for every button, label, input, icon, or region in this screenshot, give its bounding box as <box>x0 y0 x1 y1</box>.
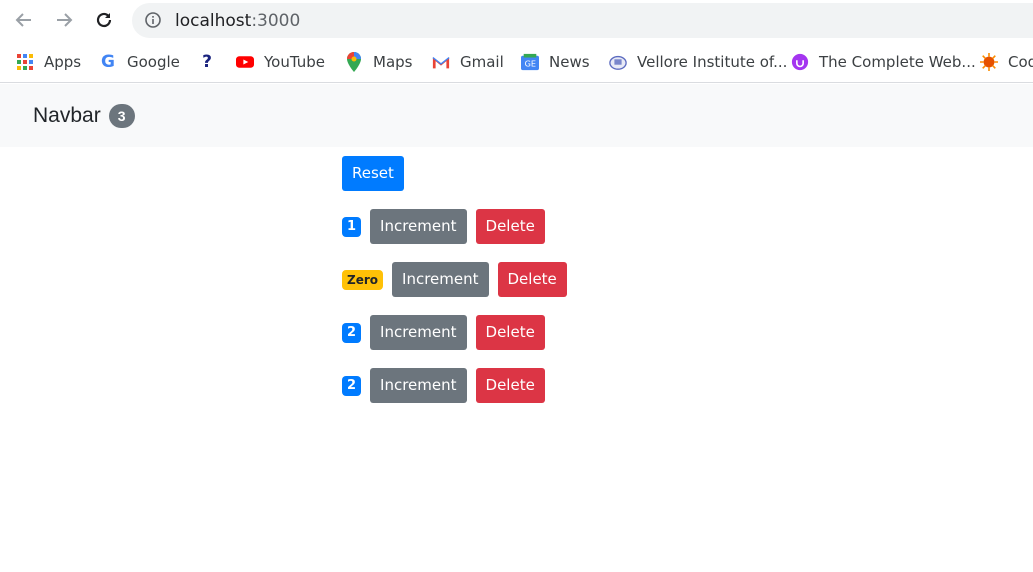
navbar-brand-text: Navbar <box>33 104 101 127</box>
bookmark-favicon-icon: ? <box>202 52 212 72</box>
reset-button[interactable]: Reset <box>342 156 404 191</box>
forward-button[interactable] <box>50 6 78 34</box>
svg-text:GE: GE <box>525 59 536 69</box>
delete-button[interactable]: Delete <box>475 368 545 403</box>
url-text: localhost:3000 <box>175 11 300 31</box>
gmail-icon <box>432 53 450 71</box>
url-port: :3000 <box>251 11 301 31</box>
google-icon: G <box>101 52 115 72</box>
bookmark-gmail[interactable]: Gmail <box>432 52 504 72</box>
bookmark-label: Vellore Institute of... <box>637 53 788 71</box>
bookmarks-bar: Apps G Google ? YouTube Maps Gmail GE Ne… <box>0 40 1033 83</box>
delete-button[interactable]: Delete <box>475 209 545 244</box>
info-icon <box>145 12 161 28</box>
bookmark-udemy[interactable]: The Complete Web... <box>791 52 976 72</box>
increment-button[interactable]: Increment <box>370 315 467 350</box>
url-host: localhost <box>175 11 252 31</box>
counter-badge: 1 <box>342 216 362 237</box>
bookmark-label: News <box>549 53 590 71</box>
increment-button[interactable]: Increment <box>370 368 467 403</box>
bookmark-label: Google <box>127 53 180 71</box>
bookmark-maps[interactable]: Maps <box>345 52 412 72</box>
bookmark-youtube[interactable]: YouTube <box>236 52 325 72</box>
address-bar[interactable]: localhost:3000 <box>132 3 1033 38</box>
bookmark-label: Maps <box>373 53 413 71</box>
navbar: Navbar 3 <box>0 84 1033 147</box>
bookmark-google[interactable]: G Google <box>99 52 180 72</box>
bookmark-label: YouTube <box>264 53 325 71</box>
counter-row: 2 Increment Delete <box>342 368 742 403</box>
bookmark-apps[interactable]: Apps <box>16 52 81 72</box>
bookmark-label: Cod <box>1008 53 1033 71</box>
bookmark-news[interactable]: GE News <box>521 52 590 72</box>
navbar-brand[interactable]: Navbar 3 <box>33 104 135 128</box>
reload-icon <box>96 12 112 28</box>
apps-grid-icon <box>16 53 34 71</box>
bookmark-label: Gmail <box>460 53 504 71</box>
counter-row: 1 Increment Delete <box>342 209 742 244</box>
browser-toolbar: localhost:3000 <box>0 0 1033 40</box>
udemy-icon <box>791 53 809 71</box>
arrow-left-icon <box>15 13 31 27</box>
bookmark-vit[interactable]: Vellore Institute of... <box>609 52 787 72</box>
delete-button[interactable]: Delete <box>475 315 545 350</box>
code-icon <box>980 53 998 71</box>
arrow-right-icon <box>57 13 73 27</box>
youtube-icon <box>236 53 254 71</box>
bookmark-label: The Complete Web... <box>819 53 976 71</box>
counter-badge: Zero <box>342 269 384 290</box>
counter-row: 2 Increment Delete <box>342 315 742 350</box>
back-button[interactable] <box>10 6 38 34</box>
counter-badge: 2 <box>342 375 362 396</box>
counters-container: Reset 1 Increment Delete Zero Increment … <box>342 156 742 421</box>
maps-icon <box>345 52 363 72</box>
navbar-count-badge: 3 <box>108 104 135 128</box>
news-icon: GE <box>521 53 539 71</box>
bookmark-code[interactable]: Cod <box>980 52 1033 72</box>
bookmark-label: Apps <box>44 53 82 71</box>
vit-icon <box>609 53 627 71</box>
bookmark-favicon[interactable]: ? <box>198 52 226 72</box>
increment-button[interactable]: Increment <box>370 209 467 244</box>
counter-row: Zero Increment Delete <box>342 262 742 297</box>
counter-badge: 2 <box>342 322 362 343</box>
reload-button[interactable] <box>90 6 118 34</box>
increment-button[interactable]: Increment <box>392 262 489 297</box>
delete-button[interactable]: Delete <box>497 262 567 297</box>
